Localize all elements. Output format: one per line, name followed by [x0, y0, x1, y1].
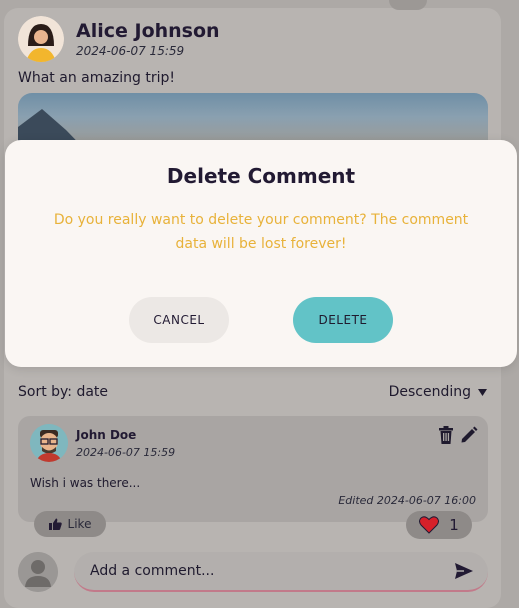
comment-edited-label: Edited 2024-06-07 16:00: [338, 494, 476, 507]
send-icon[interactable]: [454, 562, 474, 580]
post-text: What an amazing trip!: [18, 70, 176, 86]
thumbs-up-icon: [48, 518, 62, 530]
trash-icon[interactable]: [438, 426, 454, 444]
comment-actions: [438, 426, 478, 444]
delete-button[interactable]: DELETE: [293, 297, 393, 343]
sort-order-dropdown[interactable]: Descending: [389, 384, 488, 400]
card-tab: [389, 0, 427, 10]
dialog-title: Delete Comment: [166, 164, 356, 188]
commenter-avatar[interactable]: [30, 424, 68, 462]
post-meta: Alice Johnson 2024-06-07 15:59: [76, 20, 220, 58]
comment-input[interactable]: [88, 562, 454, 580]
post-author[interactable]: Alice Johnson: [76, 20, 220, 42]
comment-card: John Doe 2024-06-07 15:59 Wish i was the…: [18, 416, 488, 522]
heart-reaction[interactable]: 1: [406, 511, 472, 539]
comment-author[interactable]: John Doe: [76, 428, 136, 442]
chevron-down-icon: [478, 388, 487, 396]
post-header: Alice Johnson 2024-06-07 15:59: [18, 16, 220, 62]
author-avatar[interactable]: [18, 16, 64, 62]
like-button[interactable]: Like: [34, 511, 106, 537]
pencil-icon[interactable]: [460, 426, 478, 444]
dialog-message: Do you really want to delete your commen…: [53, 212, 469, 252]
comment-input-box: [74, 552, 488, 592]
sort-order-value: Descending: [388, 384, 471, 400]
post-timestamp: 2024-06-07 15:59: [76, 44, 185, 58]
heart-icon: [419, 516, 440, 534]
comment-text: Wish i was there...: [30, 476, 141, 490]
sort-label: Sort by: date: [18, 384, 109, 400]
heart-count: 1: [449, 516, 459, 534]
cancel-button[interactable]: CANCEL: [129, 297, 229, 343]
comment-timestamp: 2024-06-07 15:59: [76, 446, 176, 459]
like-label: Like: [67, 517, 92, 531]
current-user-avatar: [18, 552, 58, 592]
delete-comment-dialog: Delete Comment Do you really want to del…: [5, 140, 517, 367]
